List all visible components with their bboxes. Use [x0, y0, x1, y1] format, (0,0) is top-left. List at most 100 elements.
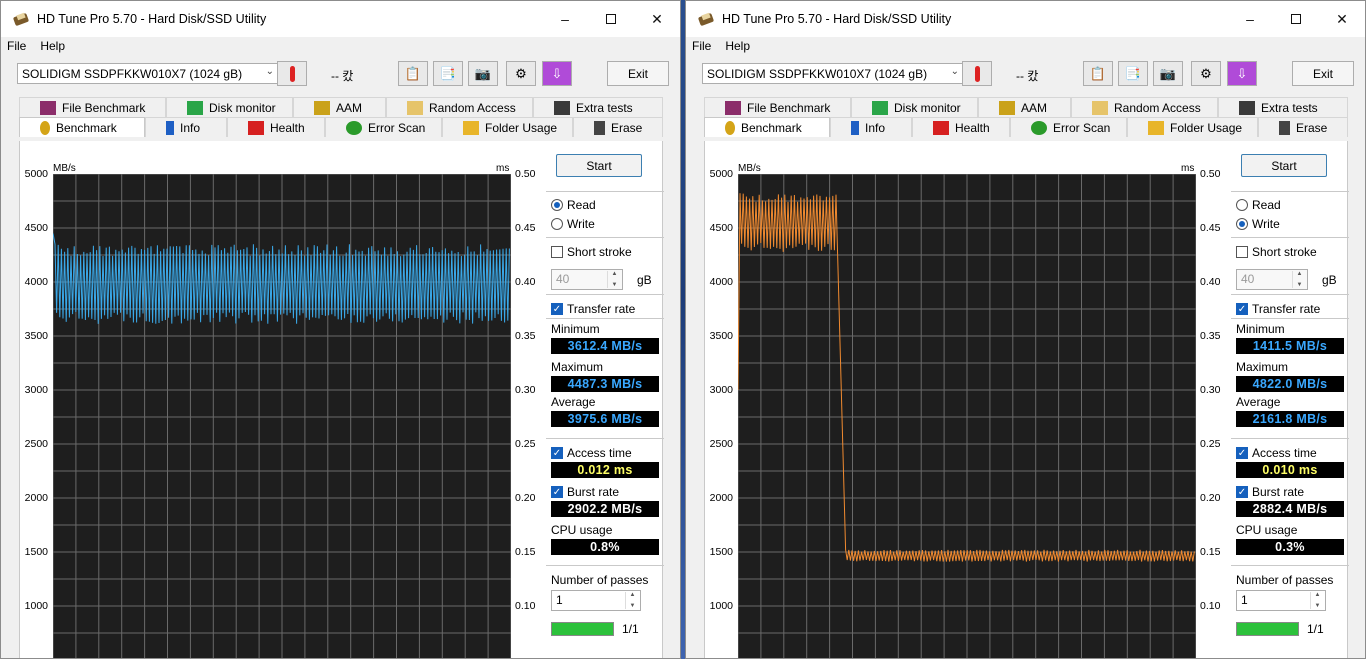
camera-icon[interactable]: 📷 — [468, 61, 498, 86]
thermometer-icon[interactable] — [962, 61, 992, 86]
copy-image-icon[interactable]: 📑 — [1118, 61, 1148, 86]
y-tick-left: 4000 — [709, 276, 733, 288]
options-icon[interactable]: ⚙ — [1191, 61, 1221, 86]
tab-row-bottom: Benchmark Info Health Error Scan Folder … — [19, 117, 663, 137]
read-label: Read — [1252, 198, 1281, 212]
menu-file[interactable]: File — [692, 39, 711, 53]
camera-icon[interactable]: 📷 — [1153, 61, 1183, 86]
close-button[interactable]: ✕ — [1319, 1, 1365, 37]
maximize-button[interactable] — [1273, 1, 1319, 37]
options-icon[interactable]: ⚙ — [506, 61, 536, 86]
tab-disk-monitor[interactable]: Disk monitor — [166, 97, 293, 117]
tab-aam[interactable]: AAM — [978, 97, 1071, 117]
read-radio[interactable]: Read — [1236, 198, 1281, 212]
transfer-rate-label: Transfer rate — [567, 302, 636, 316]
read-radio[interactable]: Read — [551, 198, 596, 212]
passes-spinner[interactable]: 1 ▲ ▼ — [551, 590, 641, 611]
checkbox-box: ✓ — [551, 303, 563, 315]
tab-random-access[interactable]: Random Access — [386, 97, 533, 117]
tab-disk-monitor[interactable]: Disk monitor — [851, 97, 978, 117]
start-button[interactable]: Start — [556, 154, 642, 177]
tab-info[interactable]: Info — [830, 117, 912, 137]
spinner-arrows[interactable]: ▲ ▼ — [1292, 271, 1306, 288]
write-radio[interactable]: Write — [1236, 217, 1280, 231]
y-tick-left: 4500 — [24, 222, 48, 234]
access-time-checkbox[interactable]: ✓ Access time — [551, 446, 632, 460]
short-stroke-checkbox[interactable]: Short stroke — [1236, 245, 1317, 259]
tab-folder-usage[interactable]: Folder Usage — [442, 117, 573, 137]
passes-spinner[interactable]: 1 ▲ ▼ — [1236, 590, 1326, 611]
chevron-down-icon: ⌄ — [950, 66, 959, 77]
spinner-arrows[interactable]: ▲ ▼ — [1310, 592, 1324, 609]
close-button[interactable]: ✕ — [634, 1, 680, 37]
short-stroke-checkbox[interactable]: Short stroke — [551, 245, 632, 259]
short-stroke-spinner[interactable]: 40 ▲ ▼ — [551, 269, 623, 290]
copy-text-icon[interactable]: 📋 — [398, 61, 428, 86]
burst-rate-checkbox[interactable]: ✓ Burst rate — [1236, 485, 1304, 499]
tab-erase[interactable]: Erase — [573, 117, 663, 137]
menu-help[interactable]: Help — [725, 39, 750, 53]
transfer-rate-checkbox[interactable]: ✓ Transfer rate — [551, 302, 635, 316]
y-tick-left: 2500 — [709, 438, 733, 450]
tab-info[interactable]: Info — [145, 117, 227, 137]
minimize-button[interactable]: – — [542, 1, 588, 37]
tab-label: Health — [955, 120, 990, 135]
access-time-checkbox[interactable]: ✓ Access time — [1236, 446, 1317, 460]
start-button[interactable]: Start — [1241, 154, 1327, 177]
y-tick-right: 0.40 — [515, 276, 536, 288]
divider — [546, 565, 664, 566]
drive-select[interactable]: SOLIDIGM SSDPFKKW010X7 (1024 gB) ⌄ — [702, 63, 964, 84]
tab-row-top: File Benchmark Disk monitor AAM Random A… — [704, 97, 1348, 117]
tab-file-benchmark[interactable]: File Benchmark — [704, 97, 851, 117]
trash-icon — [1279, 120, 1290, 135]
disk-monitor-icon — [187, 100, 203, 115]
tab-health[interactable]: Health — [912, 117, 1010, 137]
spinner-arrows[interactable]: ▲ ▼ — [625, 592, 639, 609]
benchmark-icon — [40, 120, 50, 135]
pass-progress-bar — [551, 622, 614, 636]
menu-help[interactable]: Help — [40, 39, 65, 53]
read-label: Read — [567, 198, 596, 212]
minimize-button[interactable]: – — [1227, 1, 1273, 37]
toolbar: SOLIDIGM SSDPFKKW010X7 (1024 gB) ⌄ -- 캈 … — [686, 58, 1365, 90]
tab-file-benchmark[interactable]: File Benchmark — [19, 97, 166, 117]
exit-button[interactable]: Exit — [607, 61, 669, 86]
tab-extra-tests[interactable]: Extra tests — [1218, 97, 1348, 117]
drive-select[interactable]: SOLIDIGM SSDPFKKW010X7 (1024 gB) ⌄ — [17, 63, 279, 84]
short-stroke-spinner[interactable]: 40 ▲ ▼ — [1236, 269, 1308, 290]
tab-health[interactable]: Health — [227, 117, 325, 137]
tab-error-scan[interactable]: Error Scan — [325, 117, 442, 137]
maximize-button[interactable] — [588, 1, 634, 37]
tab-folder-usage[interactable]: Folder Usage — [1127, 117, 1258, 137]
tab-label: Error Scan — [1053, 120, 1111, 135]
write-radio[interactable]: Write — [551, 217, 595, 231]
title-bar[interactable]: HD Tune Pro 5.70 - Hard Disk/SSD Utility… — [686, 1, 1365, 37]
tab-aam[interactable]: AAM — [293, 97, 386, 117]
pass-progress-text: 1/1 — [622, 622, 639, 636]
tab-random-access[interactable]: Random Access — [1071, 97, 1218, 117]
download-icon[interactable]: ⇩ — [542, 61, 572, 86]
short-stroke-label: Short stroke — [1252, 245, 1317, 259]
transfer-rate-checkbox[interactable]: ✓ Transfer rate — [1236, 302, 1320, 316]
copy-image-icon[interactable]: 📑 — [433, 61, 463, 86]
tab-benchmark[interactable]: Benchmark — [19, 117, 145, 137]
thermometer-icon[interactable] — [277, 61, 307, 86]
extra-tests-icon — [554, 100, 570, 115]
title-bar[interactable]: HD Tune Pro 5.70 - Hard Disk/SSD Utility… — [1, 1, 680, 37]
tab-error-scan[interactable]: Error Scan — [1010, 117, 1127, 137]
download-icon[interactable]: ⇩ — [1227, 61, 1257, 86]
tab-benchmark[interactable]: Benchmark — [704, 117, 830, 137]
exit-button[interactable]: Exit — [1292, 61, 1354, 86]
copy-text-icon[interactable]: 📋 — [1083, 61, 1113, 86]
write-label: Write — [1252, 217, 1280, 231]
burst-rate-checkbox[interactable]: ✓ Burst rate — [551, 485, 619, 499]
info-icon — [851, 120, 859, 135]
tab-label: Random Access — [429, 100, 516, 115]
tab-extra-tests[interactable]: Extra tests — [533, 97, 663, 117]
menu-file[interactable]: File — [7, 39, 26, 53]
window-title: HD Tune Pro 5.70 - Hard Disk/SSD Utility — [722, 12, 952, 26]
divider — [546, 237, 664, 238]
checkbox-box: ✓ — [1236, 447, 1248, 459]
tab-erase[interactable]: Erase — [1258, 117, 1348, 137]
spinner-arrows[interactable]: ▲ ▼ — [607, 271, 621, 288]
